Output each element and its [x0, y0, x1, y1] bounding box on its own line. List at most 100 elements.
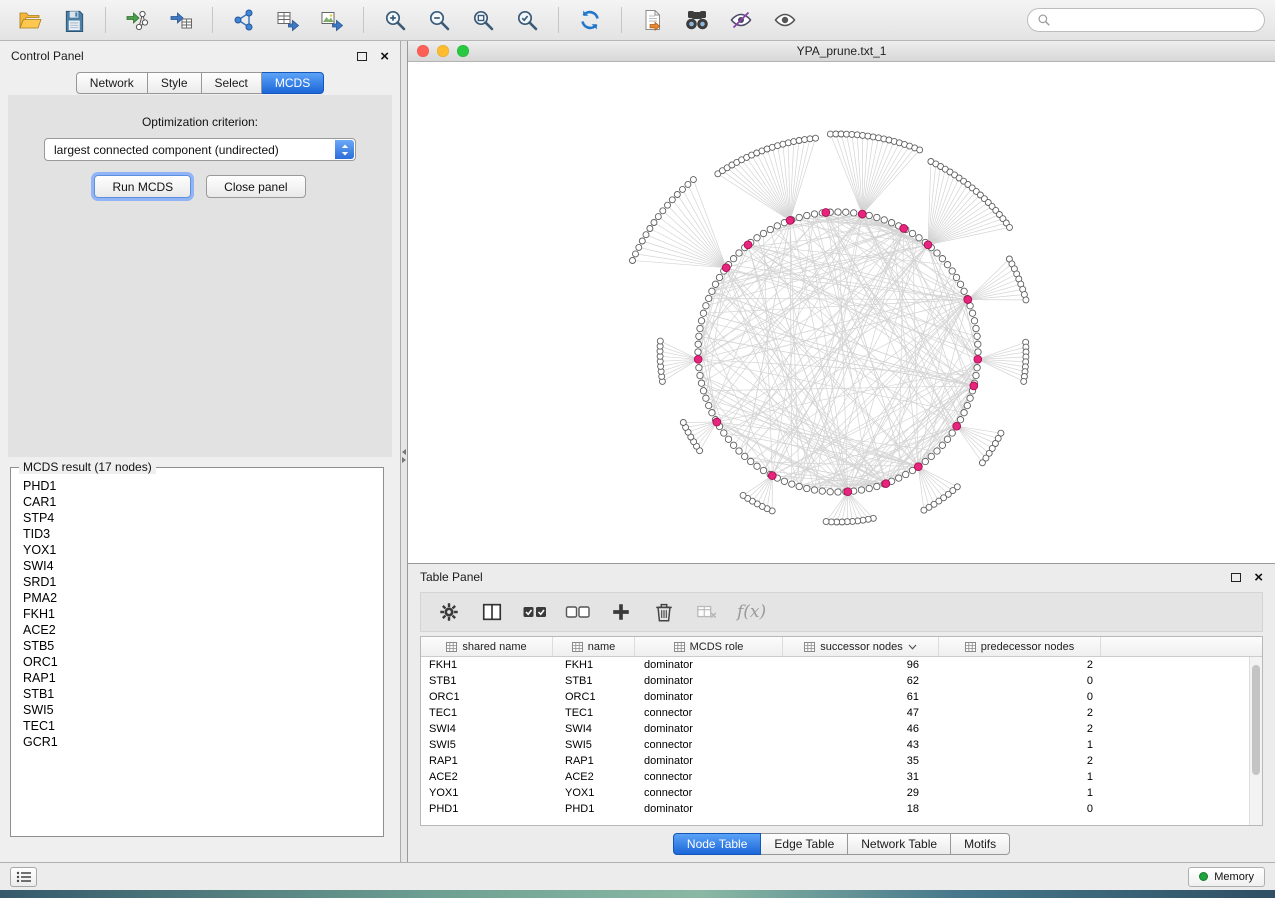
network-leaf-node[interactable] [680, 420, 686, 426]
network-node[interactable] [874, 214, 880, 220]
import-table-button[interactable] [161, 4, 201, 36]
tab-select[interactable]: Select [202, 72, 262, 94]
network-node[interactable] [944, 262, 950, 268]
network-node[interactable] [934, 448, 940, 454]
network-node[interactable] [697, 372, 703, 378]
network-leaf-node[interactable] [680, 186, 686, 192]
refresh-layout-button[interactable] [570, 4, 610, 36]
zoom-fit-button[interactable] [463, 4, 503, 36]
network-leaf-node[interactable] [740, 492, 746, 498]
network-leaf-node[interactable] [639, 238, 645, 244]
network-node[interactable] [706, 402, 712, 408]
network-node[interactable] [961, 288, 967, 294]
network-node[interactable] [811, 487, 817, 493]
mcds-dominator-node[interactable] [953, 422, 961, 430]
export-document-button[interactable] [633, 4, 673, 36]
zoom-out-button[interactable] [419, 4, 459, 36]
network-node[interactable] [975, 341, 981, 347]
network-node[interactable] [909, 230, 915, 236]
network-node[interactable] [973, 325, 979, 331]
network-leaf-node[interactable] [1007, 224, 1013, 230]
mcds-dominator-node[interactable] [768, 472, 776, 480]
mcds-dominator-node[interactable] [970, 382, 978, 390]
network-node[interactable] [760, 230, 766, 236]
close-panel-icon[interactable]: × [380, 49, 389, 64]
optimization-criterion-select[interactable]: largest connected component (undirected) [44, 138, 356, 161]
network-node[interactable] [939, 442, 945, 448]
mcds-result-item[interactable]: PMA2 [23, 590, 379, 606]
table-row[interactable]: RAP1RAP1dominator352 [421, 753, 1249, 769]
network-node[interactable] [949, 268, 955, 274]
mcds-dominator-node[interactable] [924, 241, 932, 249]
network-leaf-node[interactable] [630, 258, 636, 264]
network-node[interactable] [827, 489, 833, 495]
network-node[interactable] [709, 288, 715, 294]
network-leaf-node[interactable] [655, 214, 661, 220]
network-node[interactable] [697, 325, 703, 331]
network-node[interactable] [843, 209, 849, 215]
status-menu-button[interactable] [10, 867, 37, 887]
mcds-dominator-node[interactable] [858, 210, 866, 218]
deselect-all-button[interactable] [565, 599, 591, 625]
scrollbar-thumb[interactable] [1252, 665, 1260, 775]
add-row-button[interactable] [608, 599, 634, 625]
network-node[interactable] [961, 410, 967, 416]
network-node[interactable] [957, 281, 963, 287]
table-row[interactable]: ACE2ACE2connector311 [421, 769, 1249, 785]
network-leaf-node[interactable] [636, 244, 642, 250]
close-panel-button[interactable]: Close panel [206, 175, 305, 198]
network-node[interactable] [700, 388, 706, 394]
column-header-shared-name[interactable]: shared name [421, 637, 553, 656]
network-node[interactable] [742, 453, 748, 459]
network-node[interactable] [969, 310, 975, 316]
network-node[interactable] [774, 223, 780, 229]
network-node[interactable] [934, 250, 940, 256]
mcds-dominator-node[interactable] [844, 488, 852, 496]
network-node[interactable] [916, 235, 922, 241]
table-row[interactable]: ORC1ORC1dominator610 [421, 689, 1249, 705]
network-node[interactable] [866, 212, 872, 218]
column-header-predecessor-nodes[interactable]: predecessor nodes [939, 637, 1101, 656]
run-mcds-button[interactable]: Run MCDS [94, 175, 191, 198]
network-leaf-node[interactable] [807, 136, 813, 142]
network-node[interactable] [939, 256, 945, 262]
table-row[interactable]: YOX1YOX1connector291 [421, 785, 1249, 801]
window-minimize-button[interactable] [437, 45, 449, 57]
network-leaf-node[interactable] [685, 181, 691, 187]
network-node[interactable] [754, 235, 760, 241]
network-node[interactable] [949, 430, 955, 436]
network-node[interactable] [703, 303, 709, 309]
network-node[interactable] [964, 402, 970, 408]
mcds-result-item[interactable]: FKH1 [23, 606, 379, 622]
network-canvas[interactable] [408, 62, 1274, 562]
mcds-dominator-node[interactable] [974, 355, 982, 363]
network-node[interactable] [922, 458, 928, 464]
network-node[interactable] [881, 217, 887, 223]
network-leaf-node[interactable] [690, 177, 696, 183]
mcds-result-item[interactable]: PHD1 [23, 478, 379, 494]
network-leaf-node[interactable] [1023, 297, 1029, 303]
function-builder-button[interactable]: f(x) [737, 602, 766, 622]
table-scrollbar[interactable] [1249, 657, 1262, 825]
mcds-result-item[interactable]: CAR1 [23, 494, 379, 510]
network-node[interactable] [696, 333, 702, 339]
network-node[interactable] [736, 448, 742, 454]
table-tab-edge-table[interactable]: Edge Table [761, 833, 848, 855]
network-node[interactable] [730, 256, 736, 262]
mcds-dominator-node[interactable] [882, 480, 890, 488]
network-node[interactable] [696, 365, 702, 371]
network-leaf-node[interactable] [917, 147, 923, 153]
mcds-result-item[interactable]: RAP1 [23, 670, 379, 686]
hide-details-button[interactable] [721, 4, 761, 36]
network-leaf-node[interactable] [669, 197, 675, 203]
network-node[interactable] [754, 463, 760, 469]
table-tab-network-table[interactable]: Network Table [848, 833, 951, 855]
network-node[interactable] [975, 349, 981, 355]
search-input[interactable] [1057, 13, 1255, 27]
window-zoom-button[interactable] [457, 45, 469, 57]
columns-button[interactable] [479, 599, 505, 625]
mcds-result-item[interactable]: SWI5 [23, 702, 379, 718]
network-leaf-node[interactable] [665, 202, 671, 208]
network-node[interactable] [967, 395, 973, 401]
table-row[interactable]: TEC1TEC1connector472 [421, 705, 1249, 721]
